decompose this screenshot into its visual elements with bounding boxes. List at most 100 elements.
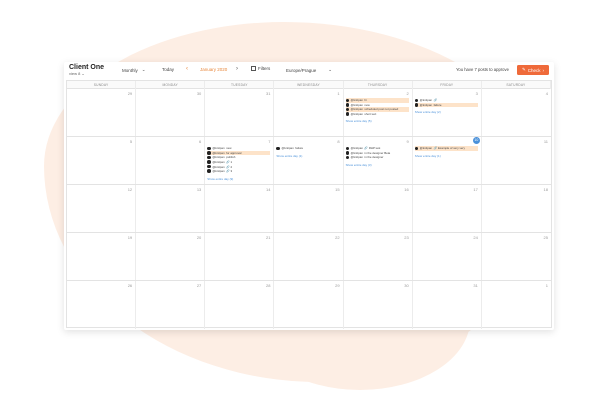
account-avatar (207, 155, 211, 160)
day-number: 5 (129, 139, 133, 144)
calendar-day[interactable]: 25 (482, 233, 551, 280)
post-author: @knitpan (212, 150, 225, 155)
calendar-day[interactable]: 5 (67, 137, 137, 184)
calendar-day[interactable]: 10 @knitpan 🔗 Example of very very Show ent… (413, 137, 482, 184)
day-number: 24 (473, 235, 478, 240)
show-entire-day-link[interactable]: Show entire day (1) (415, 154, 441, 158)
day-number: 3 (475, 91, 478, 96)
calendar-week: 12 13 14 15 16 17 18 (67, 185, 551, 233)
calendar-day[interactable]: 9 @knitpan 🔗 RHP test @knitpan in the design… (344, 137, 413, 184)
post-text: short text (364, 112, 377, 117)
chevron-left-icon[interactable]: ‹ (186, 66, 188, 72)
calendar-day[interactable]: 17 (413, 185, 482, 232)
calendar-day[interactable]: 4 (482, 89, 551, 136)
post-author: @knitpan (212, 169, 225, 174)
day-number: 7 (268, 139, 271, 144)
account-avatar (345, 103, 350, 107)
calendar-day[interactable]: 27 (136, 281, 206, 329)
view-mode-label: Monthly (122, 67, 138, 73)
view-mode-select[interactable]: Monthly ⌄ (122, 67, 146, 73)
check-button[interactable]: ✎ Check › (517, 65, 549, 75)
day-number: 17 (473, 187, 478, 192)
day-number: 4 (545, 91, 548, 96)
calendar-day[interactable]: 16 (344, 185, 413, 232)
day-number: 26 (127, 283, 133, 288)
scheduled-post[interactable]: @knitpan short text (345, 112, 409, 117)
calendar-day[interactable]: 15 (274, 185, 344, 232)
chevron-right-icon: › (542, 67, 545, 73)
calendar-day[interactable]: 12 (67, 185, 137, 232)
chevron-right-icon[interactable]: › (236, 66, 238, 72)
day-number: 16 (404, 187, 409, 192)
calendar-day[interactable]: 13 (136, 185, 206, 232)
show-entire-day-link[interactable]: Show entire day (1) (276, 154, 302, 158)
show-entire-day-link[interactable]: Show entire day (9) (207, 177, 233, 181)
calendar-day[interactable]: 31 (205, 89, 275, 136)
show-entire-day-link[interactable]: Show entire day (3) (346, 163, 372, 167)
calendar-day[interactable]: 20 (136, 233, 206, 280)
calendar-day[interactable]: 18 (482, 185, 551, 232)
day-number: 2 (406, 91, 409, 96)
show-entire-day-link[interactable]: Show entire day (2) (415, 110, 441, 114)
calendar-day[interactable]: 26 (67, 281, 137, 329)
calendar-day[interactable]: 30 (136, 89, 206, 136)
day-posts: @knitpan 🔗 Example of very very (414, 146, 478, 151)
calendar-day[interactable]: 22 (274, 233, 344, 280)
calendar-day[interactable]: 2 @knitpan hi @knitpan new @knitpan scheduled … (344, 89, 413, 136)
calendar-day[interactable]: 6 (136, 137, 206, 184)
post-author: @knitpan (212, 160, 225, 165)
account-avatar (414, 146, 419, 151)
weekday-header: SATURDAY (482, 81, 551, 89)
calendar-day[interactable]: 7 @knitpan new @knitpan for approval @knitpan… (205, 137, 275, 184)
post-text: 🔗 RHP test (364, 146, 381, 151)
calendar-day[interactable]: 19 (67, 233, 137, 280)
day-number: 31 (473, 283, 478, 288)
account-avatar (207, 160, 211, 164)
day-posts: @knitpan failure (276, 146, 339, 151)
account-avatar (345, 151, 350, 155)
account-avatar (345, 98, 350, 103)
scheduled-post[interactable]: @knitpan failure (414, 102, 478, 108)
calendar-week: 19 20 21 22 23 24 25 (67, 233, 551, 281)
day-posts: @knitpan 🔗 @knitpan failure (414, 98, 478, 108)
calendar-day[interactable]: 11 (482, 137, 551, 184)
day-number: 31 (265, 91, 271, 96)
day-number: 30 (404, 283, 409, 288)
post-text: new (226, 146, 232, 151)
calendar-day[interactable]: 1 (274, 89, 344, 136)
day-posts: @knitpan 🔗 RHP test @knitpan in the designe… (345, 146, 409, 160)
client-sub[interactable]: view 8 ⌄ (69, 71, 104, 76)
scheduled-post[interactable]: @knitpan 🔗 3 (207, 169, 270, 174)
scheduled-post[interactable]: @knitpan failure (276, 146, 339, 151)
calendar-day[interactable]: 23 (344, 233, 413, 280)
scheduled-post[interactable]: @knitpan in the designer (345, 155, 409, 160)
scheduled-post[interactable]: @knitpan 🔗 Example of very very (414, 146, 478, 151)
calendar-day[interactable]: 8 @knitpan failure Show entire day (1) (274, 137, 344, 184)
calendar-day[interactable]: 3 @knitpan 🔗 @knitpan failure Show entire day… (413, 89, 482, 136)
calendar-day[interactable]: 14 (205, 185, 275, 232)
calendar-day[interactable]: 28 (205, 281, 275, 329)
timezone-select[interactable]: Europe/Prague ⌄ (286, 67, 332, 73)
account-avatar (207, 151, 211, 155)
post-text: scheduled post not posted (364, 107, 399, 112)
day-posts: @knitpan hi @knitpan new @knitpan scheduled p… (345, 98, 409, 117)
calendar-day[interactable]: 29 (274, 281, 344, 329)
calendar-day[interactable]: 29 (67, 89, 137, 136)
day-number: 13 (196, 187, 202, 192)
post-text: 🔗 Example of very very (433, 146, 465, 151)
calendar-week: 29 30 31 1 2 @knitpan hi @knitpan new @knitpan sch… (67, 89, 551, 137)
weekday-header: SUNDAY (67, 81, 137, 89)
show-entire-day-link[interactable]: Show entire day (5) (346, 119, 372, 123)
account-avatar (207, 146, 211, 151)
filters-button[interactable]: Filters (251, 66, 270, 71)
calendar-day[interactable]: 31 (413, 281, 482, 329)
day-number: 14 (265, 187, 271, 192)
check-icon: ✎ (521, 67, 526, 72)
today-button[interactable]: Today (162, 67, 174, 72)
client-switcher[interactable]: Client One view 8 ⌄ (69, 64, 104, 76)
calendar-day[interactable]: 1 (482, 281, 551, 329)
calendar-day[interactable]: 21 (205, 233, 275, 280)
calendar-day[interactable]: 30 (344, 281, 413, 329)
day-number: 30 (196, 91, 202, 96)
calendar-day[interactable]: 24 (413, 233, 482, 280)
